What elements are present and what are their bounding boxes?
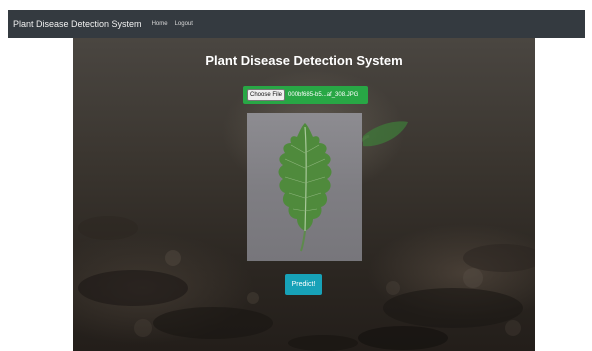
selected-file-name: 000bf685-b5...af_308.JPG — [288, 92, 359, 98]
leaf-icon — [278, 123, 332, 252]
nav-link-home[interactable]: Home — [152, 21, 168, 27]
file-input[interactable]: Choose File 000bf685-b5...af_308.JPG — [243, 86, 368, 104]
choose-file-button[interactable]: Choose File — [247, 89, 286, 101]
predict-button[interactable]: Predict! — [285, 274, 322, 295]
navbar: Plant Disease Detection System Home Logo… — [8, 10, 585, 38]
hero-background: Plant Disease Detection System Choose Fi… — [73, 38, 535, 351]
leaf-preview-image — [247, 113, 362, 261]
page-title: Plant Disease Detection System — [205, 53, 403, 68]
nav-link-logout[interactable]: Logout — [175, 21, 193, 27]
navbar-brand[interactable]: Plant Disease Detection System — [13, 19, 142, 29]
